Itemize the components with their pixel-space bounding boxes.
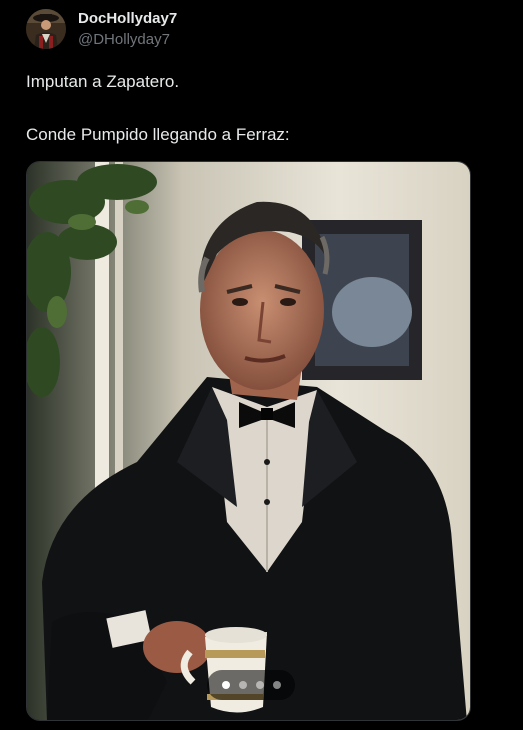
- author-avatar[interactable]: [26, 9, 66, 49]
- pager-dot-4[interactable]: [272, 681, 281, 689]
- author-display-name[interactable]: DocHollyday7: [78, 10, 177, 28]
- tweet-text-line-2: Conde Pumpido llegando a Ferraz:: [26, 125, 290, 144]
- avatar-image: [26, 9, 66, 49]
- photo-icon: [27, 162, 470, 720]
- author-handle[interactable]: @DHollyday7: [78, 31, 170, 49]
- media-pager[interactable]: [207, 670, 295, 700]
- pager-dot-1[interactable]: [221, 681, 230, 689]
- tweet: DocHollyday7 @DHollyday7 Imputan a Zapat…: [0, 0, 523, 730]
- tweet-text-line-1: Imputan a Zapatero.: [26, 72, 180, 91]
- pager-dot-3[interactable]: [255, 681, 264, 689]
- pager-dot-2[interactable]: [238, 681, 247, 689]
- tweet-media[interactable]: [26, 161, 471, 721]
